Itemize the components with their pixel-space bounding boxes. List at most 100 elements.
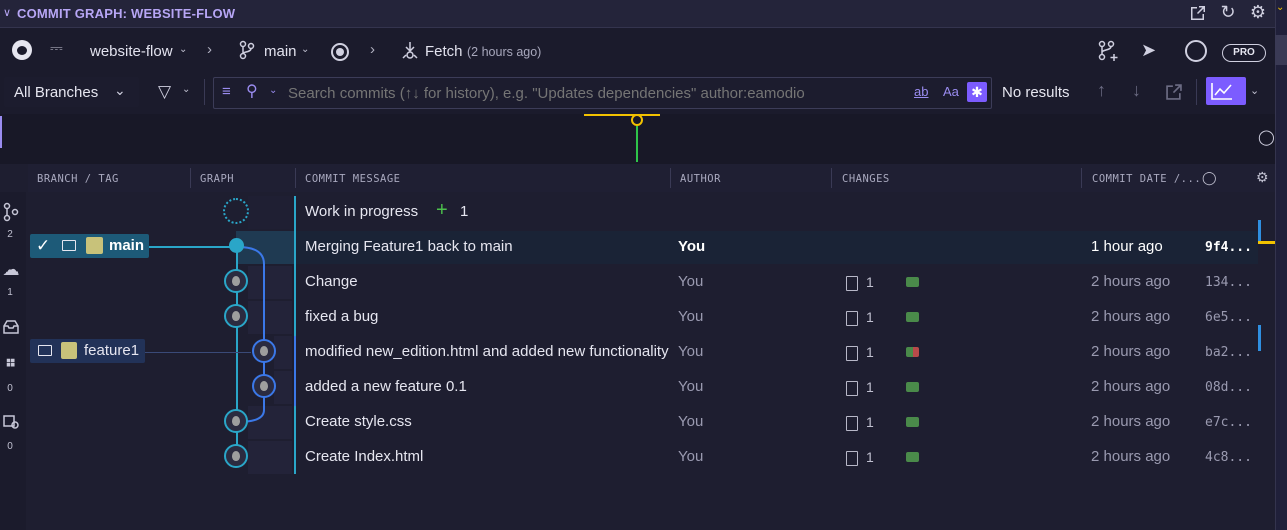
commit-sha: 4c8...: [1205, 450, 1252, 465]
gear-icon[interactable]: ⚙: [1256, 169, 1269, 186]
scrollbar-thumb[interactable]: [1275, 35, 1287, 65]
commit-node-icon[interactable]: ◯: [1258, 128, 1275, 146]
table-row[interactable]: fixed a bug You 1 2 hours ago 6e5...: [0, 301, 1258, 336]
commit-message: Create style.css: [305, 413, 412, 430]
commit-author: You: [678, 378, 704, 395]
divider: [204, 79, 205, 105]
changes-bar-modified: [913, 347, 919, 357]
col-changes[interactable]: CHANGES: [842, 173, 890, 185]
file-icon: [846, 416, 858, 431]
column-divider[interactable]: [295, 168, 296, 188]
regex-toggle[interactable]: ab: [914, 84, 928, 99]
open-results-icon[interactable]: [1164, 82, 1184, 107]
commit-author: You: [678, 238, 706, 255]
open-in-editor-icon[interactable]: [1188, 4, 1208, 25]
fetch-time: (2 hours ago): [467, 45, 542, 59]
commit-date: 2 hours ago: [1091, 308, 1171, 325]
changes-count: 1: [866, 414, 874, 430]
col-branch-tag[interactable]: BRANCH / TAG: [37, 173, 119, 185]
search-input-box[interactable]: ≡ ⚲ ⌄ ab Aa ✱: [213, 77, 992, 109]
filter-toggle-icon[interactable]: ✱: [967, 82, 987, 102]
col-author[interactable]: AUTHOR: [680, 173, 721, 185]
divider: [1275, 0, 1276, 530]
fetch-icon[interactable]: [401, 40, 419, 65]
table-row[interactable]: Change You 1 2 hours ago 134...: [0, 266, 1258, 301]
commit-message: Change: [305, 273, 358, 290]
file-icon: [846, 311, 858, 326]
col-commit-date[interactable]: COMMIT DATE /...: [1092, 173, 1201, 185]
rocket-icon[interactable]: ➤: [1141, 40, 1156, 61]
branches-icon[interactable]: [0, 202, 22, 226]
gitkraken-icon[interactable]: [1185, 40, 1207, 62]
col-graph[interactable]: GRAPH: [200, 173, 234, 185]
wip-node[interactable]: [223, 198, 249, 224]
commit-message: Create Index.html: [305, 448, 424, 465]
commit-author: You: [678, 448, 704, 465]
divider: [1196, 79, 1197, 105]
branch-icon: [238, 40, 256, 65]
minimap-head-marker: [631, 114, 643, 126]
table-row[interactable]: Create Index.html You 1 2 hours ago 4c8.…: [0, 441, 1258, 476]
create-branch-icon[interactable]: [1097, 40, 1119, 67]
table-row[interactable]: Merging Feature1 back to main You 1 hour…: [0, 231, 1258, 266]
changes-bar-added: [906, 452, 919, 462]
commit-sha: 9f4...: [1205, 240, 1252, 255]
column-divider[interactable]: [831, 168, 832, 188]
filter-icon[interactable]: ▽: [158, 82, 171, 102]
chevron-down-icon[interactable]: ⌄: [301, 44, 309, 55]
commit-sha: 134...: [1205, 275, 1252, 290]
wip-label[interactable]: Work in progress: [305, 203, 418, 220]
changes-bar-added: [906, 417, 919, 427]
vertical-scrollbar[interactable]: ⌄: [1275, 0, 1287, 530]
branches-select[interactable]: All Branches ⌄: [4, 77, 139, 107]
table-row[interactable]: modified new_edition.html and added new …: [0, 336, 1258, 371]
minimap-today-marker: [584, 114, 660, 116]
branch-name[interactable]: main: [264, 43, 297, 60]
search-mode-icon[interactable]: ≡: [222, 83, 231, 100]
commit-sha: 08d...: [1205, 380, 1252, 395]
commit-node-icon[interactable]: ◯: [1202, 170, 1217, 186]
commit-date: 2 hours ago: [1091, 343, 1171, 360]
chevron-down-icon[interactable]: ⌄: [179, 44, 187, 55]
repo-name[interactable]: website-flow: [90, 43, 173, 60]
file-icon: [846, 381, 858, 396]
changes-count: 1: [866, 344, 874, 360]
table-row[interactable]: added a new feature 0.1 You 1 2 hours ag…: [0, 371, 1258, 406]
pro-badge[interactable]: PRO: [1222, 44, 1266, 62]
refresh-icon[interactable]: ↻: [1218, 3, 1238, 21]
column-divider[interactable]: [670, 168, 671, 188]
chevron-down-icon[interactable]: ⌄: [182, 84, 190, 95]
chevron-down-icon: ⌄: [1276, 2, 1285, 13]
match-case-toggle[interactable]: Aa: [943, 84, 959, 99]
changes-bar-added: [906, 277, 919, 287]
commit-author: You: [678, 413, 704, 430]
commit-sha: e7c...: [1205, 415, 1252, 430]
minimap-toggle-button[interactable]: [1206, 77, 1246, 105]
gear-icon[interactable]: ⚙: [1248, 3, 1268, 21]
chevron-down-icon[interactable]: ⌄: [1250, 84, 1259, 97]
arrow-down-icon[interactable]: ↓: [1132, 80, 1141, 101]
col-commit-message[interactable]: COMMIT MESSAGE: [305, 173, 401, 185]
search-icon[interactable]: ⚲: [246, 81, 258, 101]
table-row[interactable]: Create style.css You 1 2 hours ago e7c..…: [0, 406, 1258, 441]
target-icon[interactable]: [331, 43, 349, 61]
commit-author: You: [678, 273, 704, 290]
collapse-chevron-icon[interactable]: ∨: [3, 6, 11, 19]
changes-count: 1: [866, 309, 874, 325]
search-input[interactable]: [286, 82, 900, 104]
github-icon[interactable]: [12, 40, 32, 60]
plug-icon[interactable]: ⎓: [50, 40, 63, 58]
column-divider[interactable]: [190, 168, 191, 188]
chevron-down-icon[interactable]: ⌄: [269, 85, 277, 96]
minimap-left-marker: [0, 116, 2, 148]
commit-sha: ba2...: [1205, 345, 1252, 360]
commit-date: 1 hour ago: [1091, 238, 1163, 255]
minimap[interactable]: ◯: [0, 114, 1287, 164]
commit-date: 2 hours ago: [1091, 448, 1171, 465]
commit-author: You: [678, 343, 704, 360]
wip-count: 1: [460, 203, 469, 220]
fetch-label[interactable]: Fetch: [425, 43, 463, 60]
changes-bar-added: [906, 347, 913, 357]
arrow-up-icon[interactable]: ↑: [1097, 80, 1106, 101]
column-divider[interactable]: [1081, 168, 1082, 188]
